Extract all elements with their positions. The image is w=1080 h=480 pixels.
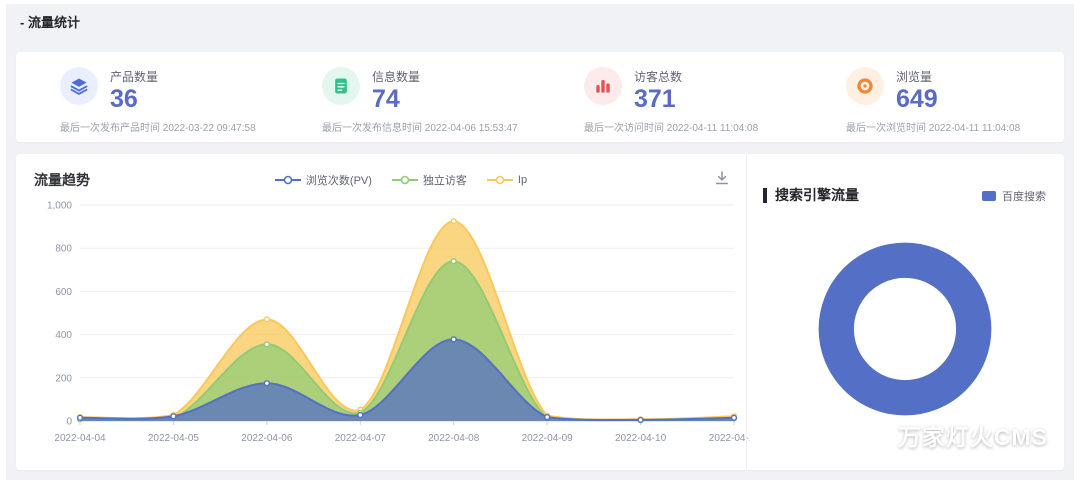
stat-meta: 最后一次访问时间 2022-04-11 11:04:08 bbox=[584, 119, 802, 134]
trend-legend: 浏览次数(PV) 独立访客 Ip bbox=[90, 172, 712, 188]
search-engine-title: 搜索引擎流量 bbox=[763, 188, 859, 203]
baidu-legend-label: 百度搜索 bbox=[1002, 188, 1046, 204]
svg-text:2022-04-09: 2022-04-09 bbox=[522, 433, 574, 444]
trend-title: 流量趋势 bbox=[34, 170, 90, 190]
view-icon bbox=[846, 67, 884, 105]
svg-text:200: 200 bbox=[55, 373, 72, 384]
svg-text:0: 0 bbox=[66, 417, 72, 428]
bar-chart-icon bbox=[584, 67, 622, 105]
search-header: 搜索引擎流量 百度搜索 bbox=[763, 188, 1046, 204]
stat-value: 74 bbox=[372, 86, 420, 112]
legend-swatch bbox=[982, 191, 996, 201]
svg-text:2022-04-11: 2022-04-11 bbox=[709, 433, 750, 444]
svg-text:600: 600 bbox=[55, 287, 72, 298]
legend-item-ip[interactable]: Ip bbox=[487, 174, 527, 186]
svg-text:800: 800 bbox=[55, 244, 72, 255]
baidu-legend[interactable]: 百度搜索 bbox=[982, 188, 1046, 204]
svg-text:2022-04-10: 2022-04-10 bbox=[615, 433, 667, 444]
svg-text:2022-04-04: 2022-04-04 bbox=[54, 433, 106, 444]
stat-label: 信息数量 bbox=[372, 68, 420, 85]
stat-card-messages: 信息数量 74 最后一次发布信息时间 2022-04-06 15:53:47 bbox=[278, 67, 540, 142]
stat-label: 访客总数 bbox=[634, 68, 682, 85]
trend-chart: 0 200 400 600 800 1,000 2022-04-04 2022-04-05 20… bbox=[34, 193, 750, 451]
stat-meta: 最后一次发布产品时间 2022-03-22 09:47:58 bbox=[60, 119, 278, 134]
donut-wrap bbox=[763, 224, 1046, 434]
stat-value: 649 bbox=[896, 86, 938, 112]
legend-item-uv[interactable]: 独立访客 bbox=[392, 172, 467, 188]
main-panel: 流量趋势 浏览次数(PV) 独立访客 Ip 020040060 bbox=[16, 154, 1064, 470]
stat-card-pageviews: 浏览量 649 最后一次浏览时间 2022-04-11 11:04:08 bbox=[802, 67, 1064, 142]
stat-value: 371 bbox=[634, 86, 682, 112]
svg-text:2022-04-05: 2022-04-05 bbox=[148, 433, 200, 444]
stat-label: 产品数量 bbox=[110, 68, 158, 85]
download-icon[interactable] bbox=[712, 168, 732, 191]
svg-text:2022-04-07: 2022-04-07 bbox=[335, 433, 387, 444]
stat-label: 浏览量 bbox=[896, 68, 938, 85]
search-engine-section: 搜索引擎流量 百度搜索 bbox=[746, 154, 1064, 470]
section-header: - 流量统计 bbox=[6, 4, 1074, 38]
page-title: - 流量统计 bbox=[20, 12, 80, 31]
dashboard-page: - 流量统计 产品数量 36 最后一次发布产品时间 2022-03-22 09:… bbox=[6, 4, 1074, 480]
stats-card: 产品数量 36 最后一次发布产品时间 2022-03-22 09:47:58 bbox=[16, 52, 1064, 142]
layers-icon bbox=[60, 67, 98, 105]
svg-text:2022-04-08: 2022-04-08 bbox=[428, 433, 480, 444]
legend-item-pv[interactable]: 浏览次数(PV) bbox=[275, 172, 372, 188]
svg-text:1,000: 1,000 bbox=[47, 201, 72, 212]
stat-meta: 最后一次浏览时间 2022-04-11 11:04:08 bbox=[846, 119, 1064, 134]
stat-meta: 最后一次发布信息时间 2022-04-06 15:53:47 bbox=[322, 119, 540, 134]
stat-card-products: 产品数量 36 最后一次发布产品时间 2022-03-22 09:47:58 bbox=[16, 67, 278, 142]
donut-chart bbox=[800, 224, 1010, 434]
clipboard-icon bbox=[322, 67, 360, 105]
stat-value: 36 bbox=[110, 86, 158, 112]
trend-section: 流量趋势 浏览次数(PV) 独立访客 Ip 020040060 bbox=[16, 154, 746, 470]
svg-text:2022-04-06: 2022-04-06 bbox=[241, 433, 293, 444]
svg-text:400: 400 bbox=[55, 330, 72, 341]
trend-header: 流量趋势 浏览次数(PV) 独立访客 Ip bbox=[34, 168, 738, 191]
stat-card-visitors: 访客总数 371 最后一次访问时间 2022-04-11 11:04:08 bbox=[540, 67, 802, 142]
